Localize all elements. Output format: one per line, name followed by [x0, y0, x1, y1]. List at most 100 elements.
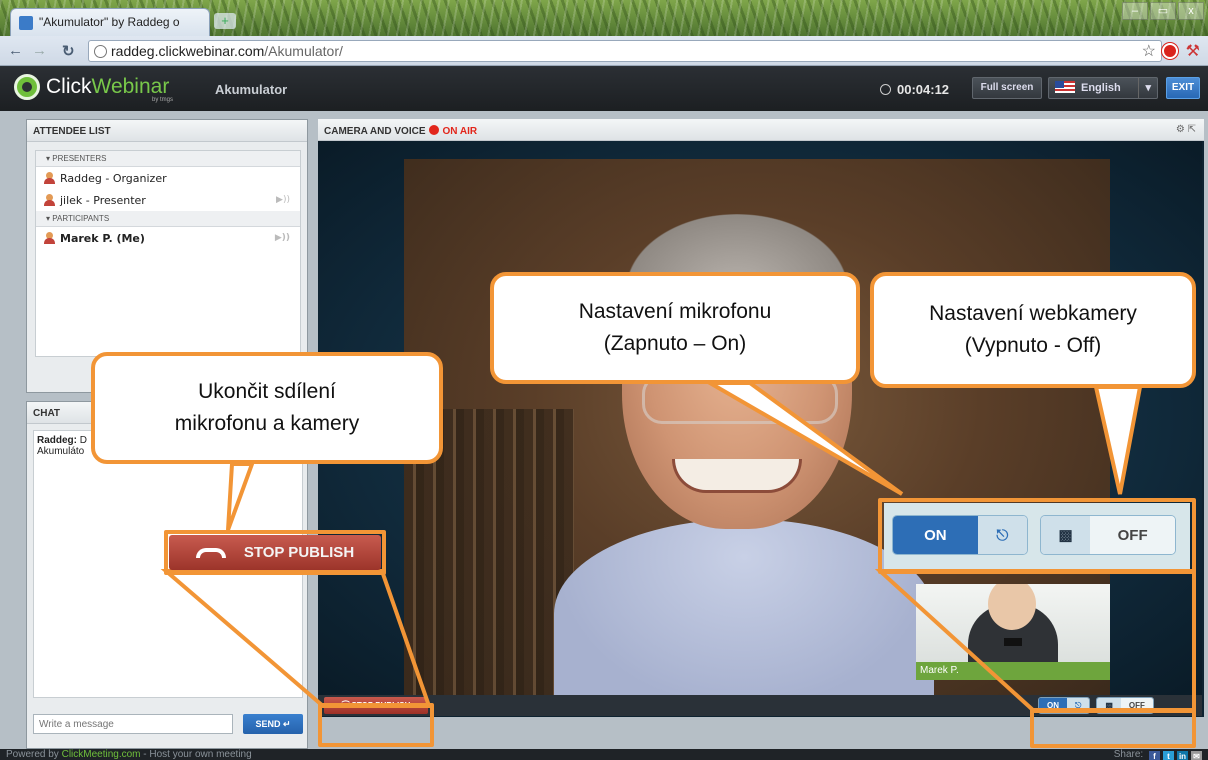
mic-callout-line1: Nastavení mikrofonu [578, 300, 772, 323]
app-header: ClickWebinar by tmgs Akumulator 00:04:12… [0, 67, 1208, 111]
logo-subtitle: by tmgs [152, 97, 174, 103]
camera-panel: CAMERA AND VOICEON AIR ⚙ ⇱ jilek ◀∣∣∣ Ma… [318, 119, 1204, 717]
stop-callout-line2: mikrofonu a kamery [174, 412, 360, 435]
logo-text-b: Webinar [91, 75, 170, 98]
stop-publish-highlight [318, 703, 434, 747]
stop-callout-line1: Ukončit sdílení [198, 380, 336, 403]
self-view-name: Marek P. [916, 662, 1110, 680]
send-label: SEND [255, 719, 281, 729]
attendee-panel-title: ATTENDEE LIST [27, 120, 307, 142]
attendee-name: jilek - Presenter [60, 194, 146, 207]
presenters-group[interactable]: ▾ PRESENTERS [36, 151, 300, 167]
logo-text-a: Click [46, 75, 92, 98]
on-air-dot-icon [429, 125, 440, 135]
zoomed-microphone-icon: ⎋ [977, 516, 1027, 554]
exit-button[interactable]: EXIT [1166, 77, 1200, 99]
attendee-row[interactable]: Marek P. (Me) ▶)) [36, 227, 300, 249]
powered-by-link[interactable]: ClickMeeting.com [62, 749, 141, 760]
share-label: Share: [1113, 749, 1144, 760]
zoomed-stop-label: STOP PUBLISH [243, 544, 355, 561]
session-timer: 00:04:12 [880, 82, 949, 97]
clock-icon [880, 84, 891, 95]
mic-callout: Nastavení mikrofonu (Zapnuto – On) [490, 272, 860, 384]
camera-title: CAMERA AND VOICE [324, 126, 426, 137]
language-value: English [1081, 82, 1121, 94]
chat-author: Raddeg: [37, 435, 77, 446]
video-smile [672, 459, 802, 493]
clickwebinar-logo-icon [14, 74, 40, 100]
zoomed-mic-toggle: ON ⎋ [892, 515, 1028, 555]
chat-message-input[interactable] [33, 714, 233, 734]
self-view-video: Marek P. [916, 584, 1110, 680]
stop-publish-callout: Ukončit sdílení mikrofonu a kamery [91, 352, 443, 464]
new-tab-button[interactable]: + [214, 13, 236, 29]
powered-by-rest: - Host your own meeting [140, 749, 252, 760]
presenters-label: PRESENTERS [52, 154, 107, 163]
extension-stop-icon[interactable] [1162, 43, 1178, 59]
room-title: Akumulator [215, 82, 288, 97]
user-icon [44, 194, 55, 206]
camera-tools: ⚙ ⇱ [1176, 124, 1196, 135]
language-select[interactable]: English ▾ [1048, 77, 1158, 99]
chat-message-text-cont: Akumuláto [37, 446, 85, 457]
speaker-icon: ▶)) [276, 195, 290, 205]
back-arrow-icon[interactable]: ← [8, 42, 23, 59]
hang-up-icon [195, 547, 226, 558]
facebook-icon[interactable]: f [1149, 751, 1160, 760]
participants-label: PARTICIPANTS [52, 214, 110, 223]
maximize-button[interactable]: ▭ [1150, 2, 1176, 20]
participants-group[interactable]: ▾ PARTICIPANTS [36, 211, 300, 227]
browser-tab-title: "Akumulator" by Raddeg o [39, 15, 180, 29]
reload-icon[interactable]: ↻ [62, 42, 75, 60]
user-icon [44, 172, 55, 184]
timer-value: 00:04:12 [897, 82, 950, 97]
chat-message-text: D [77, 435, 87, 446]
attendee-row[interactable]: jilek - Presenter ▶)) [36, 189, 300, 211]
expand-icon[interactable]: ⇱ [1188, 124, 1196, 135]
attendee-list: ▾ PRESENTERS Raddeg - Organizer jilek - … [35, 150, 301, 357]
attendee-name: Marek P. (Me) [60, 232, 145, 245]
zoomed-media-controls: ON ⎋ ▩ OFF [884, 503, 1190, 569]
camera-panel-title: CAMERA AND VOICE ON AIR [318, 119, 1204, 141]
page-footer: Powered by ClickMeeting.com - Host your … [0, 749, 1208, 760]
us-flag-icon [1055, 81, 1075, 93]
zoomed-stop-publish: STOP PUBLISH [169, 535, 381, 570]
email-icon[interactable]: ✉ [1191, 751, 1202, 760]
linkedin-icon[interactable]: in [1177, 751, 1188, 760]
close-window-button[interactable]: x [1178, 2, 1204, 20]
forward-arrow-icon[interactable]: → [32, 42, 47, 59]
globe-icon [94, 45, 107, 58]
user-icon [44, 232, 55, 244]
attendee-name: Raddeg - Organizer [60, 172, 167, 185]
app-logo: ClickWebinar [46, 75, 169, 99]
window-controls: – ▭ x [1122, 2, 1204, 20]
twitter-icon[interactable]: t [1163, 751, 1174, 760]
chevron-down-icon: ▾ [1138, 78, 1151, 98]
zoomed-camera-state: OFF [1090, 516, 1175, 554]
attendee-row[interactable]: Raddeg - Organizer [36, 167, 300, 189]
zoomed-camera-toggle: ▩ OFF [1040, 515, 1176, 555]
zoomed-video-camera-icon: ▩ [1041, 516, 1091, 554]
bookmark-star-icon[interactable]: ☆ [1142, 41, 1156, 61]
cam-callout-line1: Nastavení webkamery [929, 302, 1137, 325]
cam-callout-line2: (Vypnuto - Off) [964, 334, 1102, 357]
bowtie-icon [1004, 638, 1022, 646]
browser-toolbar: ← → ↻ raddeg.clickwebinar.com/Akumulator… [0, 36, 1208, 66]
minimize-button[interactable]: – [1122, 2, 1148, 20]
zoomed-mic-state: ON [893, 516, 978, 554]
media-controls-highlight [1030, 708, 1196, 748]
video-shirt [554, 519, 934, 697]
address-bar[interactable]: raddeg.clickwebinar.com/Akumulator/ [88, 40, 1162, 62]
send-button[interactable]: SEND ↵ [243, 714, 303, 734]
camera-callout: Nastavení webkamery (Vypnuto - Off) [870, 272, 1196, 388]
favicon-icon [19, 16, 33, 30]
gear-icon[interactable]: ⚙ [1176, 124, 1185, 135]
on-air-badge: ON AIR [442, 126, 478, 137]
url-path: /Akumulator/ [264, 43, 343, 59]
powered-by-text: Powered by [6, 749, 62, 760]
wrench-icon[interactable]: ⚒ [1186, 41, 1200, 61]
fullscreen-button[interactable]: Full screen [972, 77, 1042, 99]
speaker-icon: ▶)) [274, 233, 290, 243]
browser-tab[interactable]: "Akumulator" by Raddeg o [10, 8, 210, 36]
browser-tab-bar: "Akumulator" by Raddeg o + – ▭ x [0, 0, 1208, 36]
